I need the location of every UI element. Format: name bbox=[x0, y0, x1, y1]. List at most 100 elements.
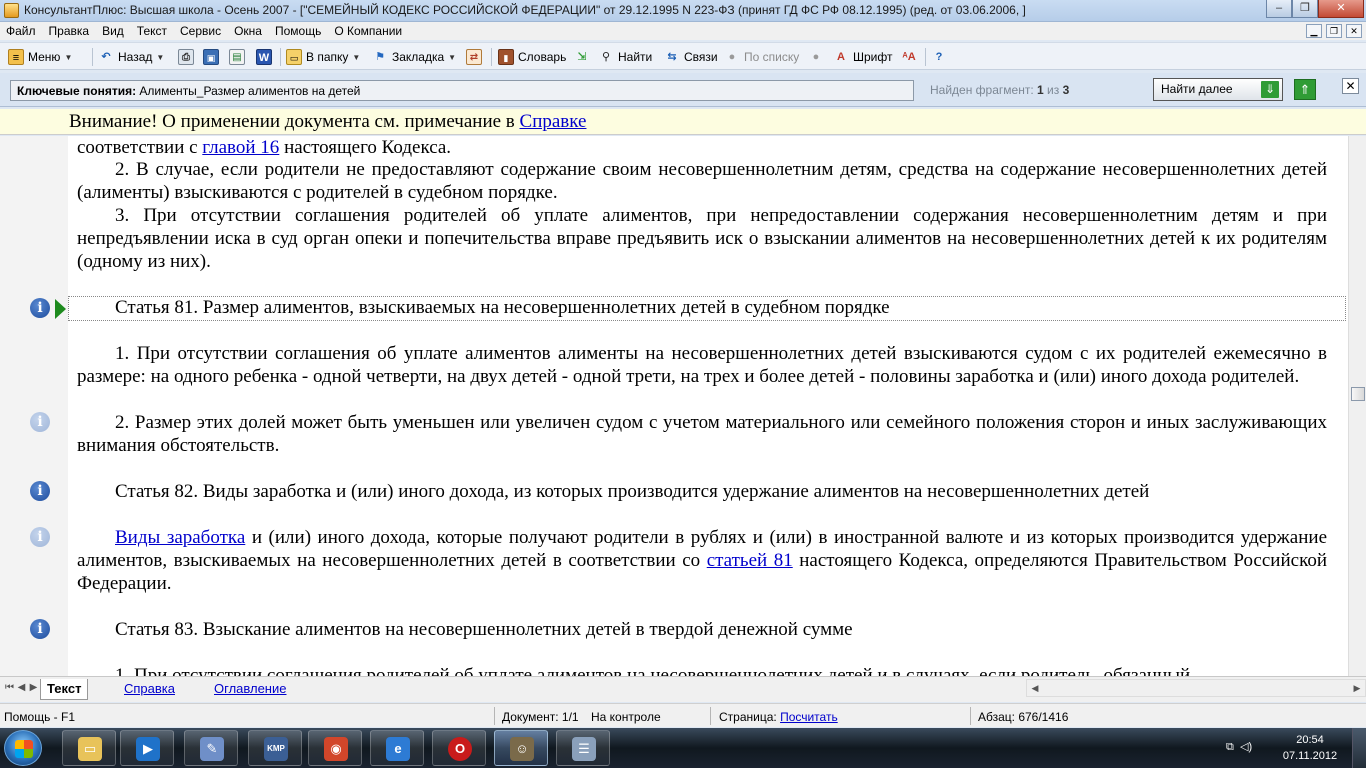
tab-text[interactable]: Текст bbox=[40, 679, 89, 700]
links-button[interactable]: ⇆ Связи bbox=[664, 48, 718, 66]
taskbar-explorer[interactable]: ▭ bbox=[62, 730, 116, 766]
menu-about[interactable]: О Компании bbox=[334, 24, 402, 38]
paragraph: соответствии с главой 16 настоящего Коде… bbox=[77, 136, 1327, 159]
info-icon[interactable]: i bbox=[30, 298, 50, 318]
taskbar-kmplayer[interactable]: KMP bbox=[248, 730, 302, 766]
maximize-button[interactable]: ❐ bbox=[1292, 0, 1318, 18]
tab-next-icon[interactable]: ▶ bbox=[27, 681, 40, 695]
doc-close-button[interactable]: ✕ bbox=[1346, 24, 1362, 38]
folder-icon: ▭ bbox=[78, 737, 102, 761]
printer-icon: ⎙ bbox=[178, 49, 194, 65]
paint-icon: ✎ bbox=[200, 737, 224, 761]
search-query-field[interactable]: Ключевые понятия: Алименты_Размер алимен… bbox=[10, 80, 914, 101]
search-panel-close-button[interactable]: ✕ bbox=[1342, 78, 1359, 94]
scrollbar-thumb[interactable] bbox=[1351, 387, 1365, 401]
info-icon[interactable]: i bbox=[30, 481, 50, 501]
found-middle: из bbox=[1043, 83, 1063, 97]
bookmark-icon: ⚑ bbox=[375, 51, 385, 63]
taskbar-opera[interactable]: O bbox=[432, 730, 486, 766]
info-icon[interactable]: i bbox=[30, 527, 50, 547]
opera-icon: O bbox=[448, 737, 472, 761]
back-arrow-icon: ↶ bbox=[101, 51, 111, 63]
doc-restore-button[interactable]: ❐ bbox=[1326, 24, 1342, 38]
app-icon bbox=[4, 3, 19, 18]
font-size-button[interactable]: ᴬA bbox=[901, 48, 917, 66]
minimize-button[interactable]: – bbox=[1266, 0, 1292, 18]
info-icon[interactable]: i bbox=[30, 412, 50, 432]
links-label: Связи bbox=[684, 50, 718, 64]
by-list-button[interactable]: ● По списку bbox=[724, 48, 800, 66]
bookmark-button[interactable]: ⚑ Закладка ▼ bbox=[372, 48, 456, 66]
article-81-link[interactable]: статьей 81 bbox=[707, 550, 793, 571]
chapter-16-link[interactable]: главой 16 bbox=[202, 137, 279, 158]
status-monitored: На контроле bbox=[591, 710, 661, 724]
edition-button[interactable]: ⇄ bbox=[466, 48, 482, 66]
scroll-left-icon[interactable]: ◀ bbox=[1027, 680, 1043, 696]
attention-help-link[interactable]: Справке bbox=[520, 111, 587, 132]
tab-help[interactable]: Справка bbox=[118, 679, 181, 700]
word-icon: W bbox=[256, 49, 272, 65]
menu-service[interactable]: Сервис bbox=[180, 24, 221, 38]
income-types-link[interactable]: Виды заработка bbox=[115, 527, 245, 548]
network-icon[interactable]: ⧉ bbox=[1226, 741, 1234, 753]
taskbar-clock[interactable]: 20:54 07.11.2012 bbox=[1282, 732, 1338, 764]
vertical-scrollbar[interactable] bbox=[1348, 136, 1366, 676]
menu-file[interactable]: Файл bbox=[6, 24, 36, 38]
print-button[interactable]: ⎙ bbox=[178, 48, 194, 66]
status-help: Помощь - F1 bbox=[4, 710, 76, 724]
back-button[interactable]: ↶ Назад ▼ bbox=[98, 48, 164, 66]
close-button[interactable]: ✕ bbox=[1318, 0, 1364, 18]
count-pages-link[interactable]: Посчитать bbox=[780, 710, 838, 724]
taskbar-media-player[interactable]: ▶ bbox=[120, 730, 174, 766]
export-excel-button[interactable]: ▤ bbox=[229, 48, 245, 66]
folder-icon: ▭ bbox=[286, 49, 302, 65]
taskbar-consultant[interactable]: ☺ bbox=[494, 730, 548, 766]
by-list-label: По списку bbox=[744, 50, 800, 64]
find-label: Найти bbox=[618, 50, 653, 64]
windows-logo-icon bbox=[15, 740, 33, 758]
navigate-button[interactable]: ● bbox=[808, 48, 824, 66]
doc-minimize-button[interactable]: ▁ bbox=[1306, 24, 1322, 38]
font-button[interactable]: A Шрифт bbox=[833, 48, 892, 66]
taskbar-app-9[interactable]: ☰ bbox=[556, 730, 610, 766]
volume-icon[interactable]: ◁) bbox=[1240, 741, 1252, 753]
navigate-disabled-icon: ● bbox=[812, 51, 820, 63]
dictionary-button[interactable]: ▮ Словарь bbox=[498, 48, 566, 66]
info-icon[interactable]: i bbox=[30, 619, 50, 639]
menu-button[interactable]: ≡ Меню ▼ bbox=[8, 48, 72, 66]
taskbar-app-3[interactable]: ✎ bbox=[184, 730, 238, 766]
export-word-button[interactable]: W bbox=[256, 48, 272, 66]
links-icon: ⇆ bbox=[667, 51, 677, 63]
horizontal-scrollbar[interactable]: ◀ ▶ bbox=[1026, 679, 1366, 697]
document-compare-icon: ⇄ bbox=[466, 49, 482, 65]
document-gutter bbox=[0, 136, 68, 676]
menu-text[interactable]: Текст bbox=[137, 24, 167, 38]
tab-contents[interactable]: Оглавление bbox=[208, 679, 292, 700]
chevron-down-icon: ▼ bbox=[448, 52, 457, 62]
show-desktop-button[interactable] bbox=[1352, 728, 1366, 768]
find-previous-button[interactable]: ⇑ bbox=[1294, 79, 1316, 100]
start-button[interactable] bbox=[4, 730, 42, 766]
back-button-label: Назад bbox=[118, 50, 153, 64]
system-tray: ⧉ ◁) bbox=[1226, 740, 1252, 754]
to-folder-button[interactable]: ▭ В папку ▼ bbox=[286, 48, 360, 66]
taskbar-internet-explorer[interactable]: e bbox=[370, 730, 424, 766]
chevron-down-icon: ▼ bbox=[156, 52, 165, 62]
menu-edit[interactable]: Правка bbox=[49, 24, 90, 38]
search-card-button[interactable]: ⇲ bbox=[574, 48, 590, 66]
consultant-icon: ☺ bbox=[510, 737, 534, 761]
bookmark-label: Закладка bbox=[392, 50, 445, 64]
title-bar: КонсультантПлюс: Высшая школа - Осень 20… bbox=[0, 0, 1366, 22]
find-next-button[interactable]: Найти далее ⇓ bbox=[1153, 78, 1283, 101]
clock-date: 07.11.2012 bbox=[1282, 750, 1338, 762]
scroll-right-icon[interactable]: ▶ bbox=[1349, 680, 1365, 696]
search-doc-icon: ⇲ bbox=[577, 51, 587, 63]
find-button[interactable]: ⚲ Найти bbox=[598, 48, 652, 66]
menu-help[interactable]: Помощь bbox=[275, 24, 321, 38]
menu-windows[interactable]: Окна bbox=[234, 24, 262, 38]
menu-view[interactable]: Вид bbox=[102, 24, 124, 38]
status-paragraph: Абзац: 676/1416 bbox=[978, 710, 1069, 724]
help-button[interactable]: ? bbox=[931, 48, 947, 66]
taskbar-app-5[interactable]: ◉ bbox=[308, 730, 362, 766]
save-button[interactable]: ▣ bbox=[203, 48, 219, 66]
